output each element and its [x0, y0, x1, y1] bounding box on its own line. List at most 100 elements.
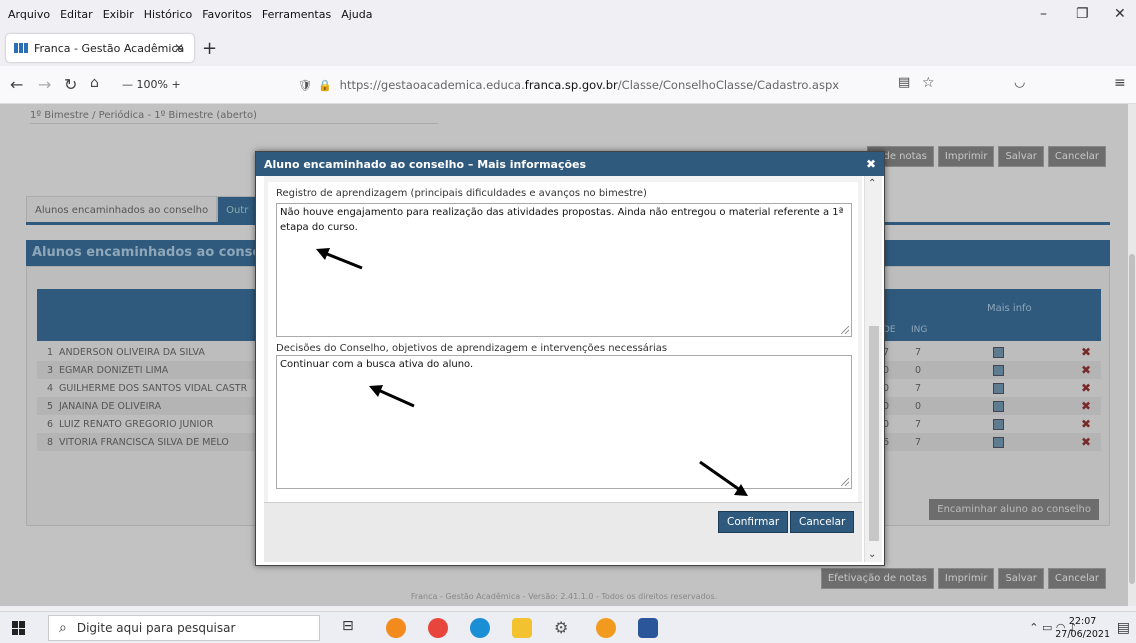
lock-icon[interactable]: 🔒	[318, 79, 332, 92]
tab-bar: Franca - Gestão Acadêmica ✕ +	[0, 28, 1136, 66]
calendar-icon[interactable]	[993, 364, 1004, 376]
zoom-level: 100%	[136, 78, 168, 91]
annotation-arrow-icon	[369, 385, 415, 408]
close-tab-icon[interactable]: ✕	[174, 41, 184, 55]
reload-icon[interactable]: ↻	[64, 75, 77, 94]
top-action-buttons: o de notas Imprimir Salvar Cancelar	[867, 146, 1106, 167]
tab-alunos-encaminhados[interactable]: Alunos encaminhados ao conselho	[26, 196, 218, 225]
calendar-icon[interactable]	[993, 436, 1004, 448]
pocket-icon[interactable]: ◡	[1014, 75, 1025, 90]
menu-ferramentas[interactable]: Ferramentas	[262, 8, 331, 21]
tab-title: Franca - Gestão Acadêmica	[34, 41, 185, 55]
windows-taskbar: ⌕ Digite aqui para pesquisar ⊟ ⚙ ⌃ ▭ ◠ ♪…	[0, 611, 1136, 643]
address-bar[interactable]: 🛡 🔒 https://gestaoacademica.educa.franca…	[290, 71, 870, 99]
header-mais-info: Mais info	[987, 303, 1032, 314]
page-footer: Franca - Gestão Acadêmica - Versão: 2.41…	[410, 592, 718, 601]
menu-exibir[interactable]: Exibir	[103, 8, 134, 21]
bookmark-star-icon[interactable]: ☆	[922, 75, 935, 91]
modal-dialog: Aluno encaminhado ao conselho – Mais inf…	[255, 151, 885, 566]
url-text: https://gestaoacademica.educa.franca.sp.…	[339, 78, 840, 92]
app-icon[interactable]	[428, 618, 448, 638]
modal-title-text: Aluno encaminhado ao conselho – Mais inf…	[264, 158, 587, 171]
cancelar-button[interactable]: Cancelar	[1047, 568, 1106, 589]
delete-icon[interactable]: ✖	[1081, 345, 1091, 359]
imprimir-button-top[interactable]: Imprimir	[937, 146, 995, 167]
salvar-button-top[interactable]: Salvar	[998, 146, 1044, 167]
page-tabs: Alunos encaminhados ao conselho Outr	[26, 196, 258, 225]
annotation-arrow-icon	[316, 248, 363, 270]
modal-form: Registro de aprendizagem (principais dif…	[268, 182, 858, 502]
settings-gear-icon[interactable]: ⚙	[554, 618, 574, 638]
notification-icon[interactable]: ▤	[1117, 620, 1130, 636]
chevron-up-icon[interactable]: ⌃	[868, 178, 876, 189]
edge-icon[interactable]	[470, 618, 490, 638]
clock-date: 27/06/2021	[1055, 629, 1110, 640]
reader-view-icon[interactable]: ▤	[898, 75, 910, 90]
efetivacao-button[interactable]: Efetivação de notas	[820, 568, 934, 589]
shield-icon[interactable]: 🛡	[298, 79, 312, 92]
word-icon[interactable]	[638, 618, 658, 638]
resize-grip-icon[interactable]	[841, 326, 849, 334]
modal-scrollbar[interactable]: ⌃ ⌄	[864, 176, 882, 562]
menu-arquivo[interactable]: Arquivo	[8, 8, 50, 21]
site-favicon-icon	[14, 43, 28, 53]
firefox-icon[interactable]	[386, 618, 406, 638]
new-tab-icon[interactable]: +	[202, 38, 217, 59]
delete-icon[interactable]: ✖	[1081, 363, 1091, 377]
file-explorer-icon[interactable]	[512, 618, 532, 638]
registro-label: Registro de aprendizagem (principais dif…	[276, 188, 647, 199]
delete-icon[interactable]: ✖	[1081, 381, 1091, 395]
modal-scrollbar-thumb[interactable]	[869, 326, 879, 541]
decisoes-textarea[interactable]: Continuar com a busca ativa do aluno.	[276, 355, 852, 489]
menu-historico[interactable]: Histórico	[144, 8, 192, 21]
search-placeholder: Digite aqui para pesquisar	[76, 621, 236, 635]
task-view-icon[interactable]: ⊟	[342, 618, 362, 638]
salvar-button[interactable]: Salvar	[998, 568, 1044, 589]
page-scrollbar[interactable]	[1128, 104, 1136, 606]
taskbar-search[interactable]: ⌕ Digite aqui para pesquisar	[48, 615, 320, 641]
calendar-icon[interactable]	[993, 382, 1004, 394]
taskbar-clock[interactable]: 22:07 27/06/2021	[1055, 615, 1110, 641]
period-select[interactable]: 1º Bimestre / Periódica - 1º Bimestre (a…	[30, 108, 438, 124]
clock-time: 22:07	[1068, 616, 1097, 627]
page-scrollbar-thumb[interactable]	[1129, 254, 1135, 584]
modal-title: Aluno encaminhado ao conselho – Mais inf…	[256, 152, 884, 176]
tab-outros[interactable]: Outr	[217, 196, 258, 225]
menu-bar: Arquivo Editar Exibir Histórico Favorito…	[0, 0, 1136, 28]
cancelar-modal-button[interactable]: Cancelar	[790, 511, 855, 533]
modal-content: Registro de aprendizagem (principais dif…	[264, 176, 862, 562]
chevron-down-icon[interactable]: ⌄	[868, 549, 876, 560]
chrome-icon[interactable]	[596, 618, 616, 638]
header-ing: ING	[911, 325, 928, 335]
app-menu-icon[interactable]: ≡	[1114, 75, 1126, 91]
bottom-action-buttons: Efetivação de notas Imprimir Salvar Canc…	[820, 568, 1106, 589]
menu-editar[interactable]: Editar	[60, 8, 93, 21]
cancelar-button-top[interactable]: Cancelar	[1047, 146, 1106, 167]
calendar-icon[interactable]	[993, 418, 1004, 430]
encaminhar-aluno-button[interactable]: Encaminhar aluno ao conselho	[929, 499, 1099, 520]
browser-tab[interactable]: Franca - Gestão Acadêmica ✕	[6, 34, 194, 62]
home-icon[interactable]: ⌂	[90, 75, 99, 91]
minimize-icon[interactable]: –	[1040, 6, 1047, 22]
zoom-control[interactable]: — 100% +	[122, 78, 181, 91]
navigation-bar: ← → ↻ ⌂ — 100% + 🛡 🔒 https://gestaoacade…	[0, 66, 1136, 104]
menu-favoritos[interactable]: Favoritos	[202, 8, 252, 21]
confirmar-button[interactable]: Confirmar	[718, 511, 789, 533]
close-icon[interactable]: ✖	[866, 157, 876, 171]
back-icon[interactable]: ←	[10, 75, 23, 94]
restore-icon[interactable]: ❐	[1076, 6, 1089, 22]
imprimir-button[interactable]: Imprimir	[937, 568, 995, 589]
delete-icon[interactable]: ✖	[1081, 399, 1091, 413]
windows-start-icon[interactable]	[12, 621, 26, 635]
decisoes-label: Decisões do Conselho, objetivos de apren…	[276, 343, 668, 354]
delete-icon[interactable]: ✖	[1081, 435, 1091, 449]
close-window-icon[interactable]: ✕	[1114, 6, 1126, 22]
menu-ajuda[interactable]: Ajuda	[341, 8, 372, 21]
delete-icon[interactable]: ✖	[1081, 417, 1091, 431]
calendar-icon[interactable]	[993, 346, 1004, 358]
forward-icon[interactable]: →	[38, 75, 51, 94]
resize-grip-icon[interactable]	[841, 478, 849, 486]
annotation-arrow-icon	[699, 460, 748, 496]
modal-button-bar: Confirmar Cancelar	[264, 502, 862, 562]
calendar-icon[interactable]	[993, 400, 1004, 412]
